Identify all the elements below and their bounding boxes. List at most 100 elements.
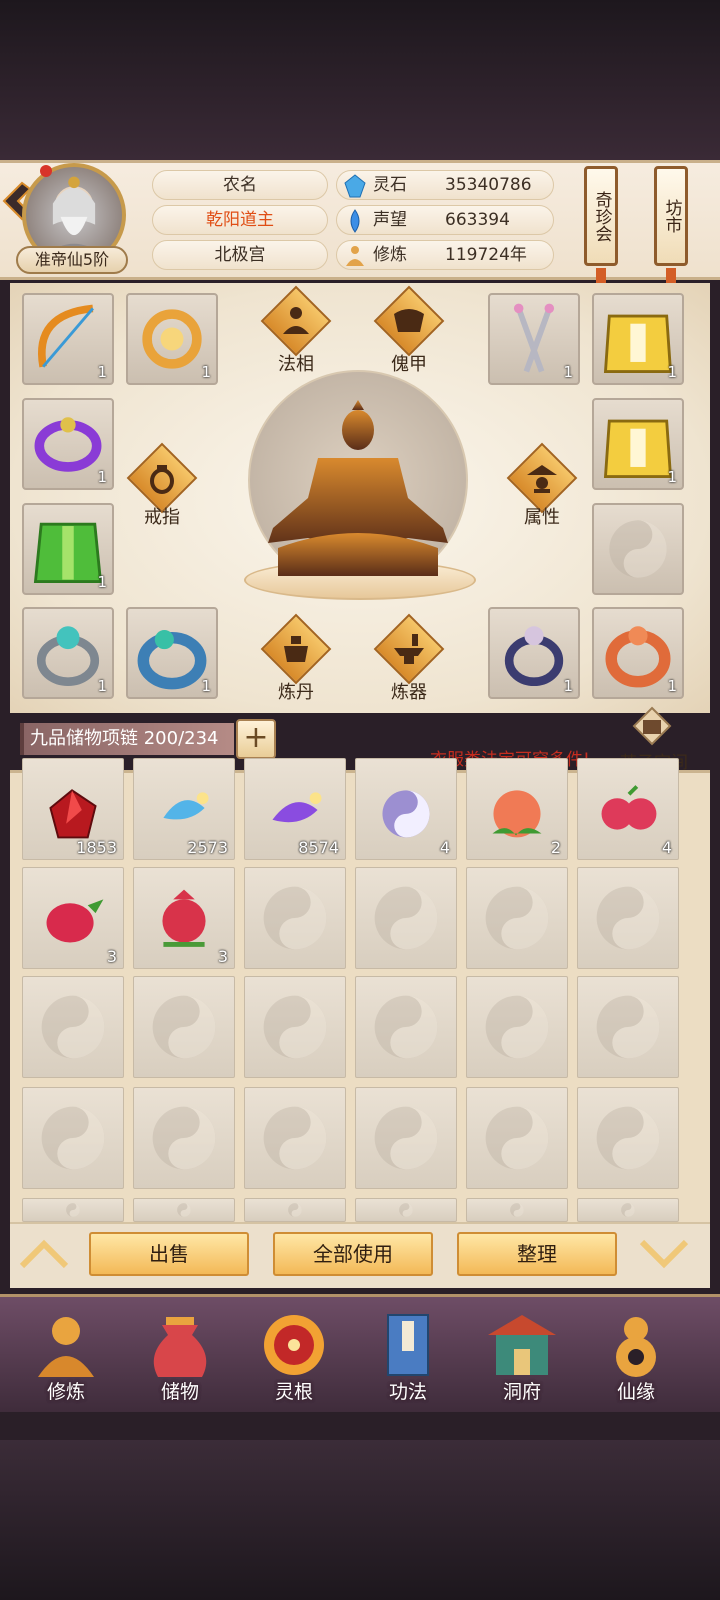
yinyang-icon <box>66 1203 80 1217</box>
inventory-slot-empty[interactable] <box>133 1087 235 1189</box>
inventory-slot-empty[interactable] <box>466 1198 568 1222</box>
yinyang-icon <box>152 1106 216 1170</box>
nav-techniques[interactable]: 功法 <box>360 1305 456 1409</box>
palace-icon <box>488 1315 556 1375</box>
inventory-slot[interactable]: 4 <box>577 758 679 860</box>
inventory-slot-empty[interactable] <box>466 1087 568 1189</box>
equip-slot-gold-armor-2[interactable]: 1 <box>592 398 684 490</box>
yinyang-icon <box>596 1106 660 1170</box>
inventory-slot-empty[interactable] <box>244 1087 346 1189</box>
monk-icon <box>38 1317 94 1377</box>
equip-slot-pearl-ring[interactable]: 1 <box>488 607 580 699</box>
resource-spirit-stone: 灵石 35340786 <box>336 170 554 200</box>
scroll-book-icon <box>387 1314 429 1376</box>
inventory-slot-empty[interactable] <box>355 1198 457 1222</box>
yinyang-icon <box>596 886 660 950</box>
inventory-slot-empty[interactable] <box>466 867 568 969</box>
inventory-slot-empty[interactable] <box>133 1198 235 1222</box>
cultivation-icon <box>346 246 364 266</box>
nav-storage[interactable]: 储物 <box>132 1305 228 1409</box>
chest-icon[interactable] <box>632 706 672 746</box>
inventory-slot-empty[interactable] <box>22 1198 124 1222</box>
inventory-slot[interactable]: 8574 <box>244 758 346 860</box>
cauldron-icon <box>284 636 308 662</box>
yinyang-icon <box>41 1106 105 1170</box>
anvil-icon <box>394 634 424 664</box>
inventory-slot-empty[interactable] <box>577 1087 679 1189</box>
yinyang-icon <box>152 995 216 1059</box>
inventory-slot[interactable]: 4 <box>355 758 457 860</box>
inventory-slot-empty[interactable] <box>133 976 235 1078</box>
inventory-slot-empty[interactable] <box>577 867 679 969</box>
equip-slot-empty[interactable] <box>592 503 684 595</box>
scroll-down-icon[interactable] <box>636 1236 692 1272</box>
inventory-slot-empty[interactable] <box>577 1198 679 1222</box>
market-button[interactable]: 坊市 <box>654 166 688 266</box>
notification-dot <box>40 165 52 177</box>
treasure-fair-button[interactable]: 奇珍会 <box>584 166 618 266</box>
sect-name: 北极宫 <box>152 240 328 270</box>
inventory-slot-empty[interactable] <box>244 976 346 1078</box>
nav-cultivate[interactable]: 修炼 <box>18 1305 114 1409</box>
yinyang-icon <box>374 995 438 1059</box>
nav-spirit-root[interactable]: 灵根 <box>246 1305 342 1409</box>
sell-button[interactable]: 出售 <box>89 1232 249 1276</box>
inventory-slot-empty[interactable] <box>355 976 457 1078</box>
equip-slot-bow[interactable]: 1 <box>22 293 114 385</box>
inventory-slot-empty[interactable] <box>22 1087 124 1189</box>
yinyang-icon <box>374 886 438 950</box>
nav-cave-abode[interactable]: 洞府 <box>474 1305 570 1409</box>
inventory-slot-empty[interactable] <box>355 1087 457 1189</box>
meditating-figure-icon[interactable] <box>258 398 458 578</box>
inventory-slot[interactable]: 3 <box>133 867 235 969</box>
equip-slot-gold-armor-1[interactable]: 1 <box>592 293 684 385</box>
resource-cultivation: 修炼 119724年 <box>336 240 554 270</box>
pouch-icon <box>153 1317 207 1377</box>
spirit-root-icon <box>264 1315 324 1375</box>
yinyang-icon <box>485 995 549 1059</box>
nav-immortal-fate[interactable]: 仙缘 <box>588 1305 684 1409</box>
player-name[interactable]: 乾阳道主 <box>152 205 328 235</box>
attributes-label: 属性 <box>524 507 560 528</box>
equip-slot-blue-ring[interactable]: 1 <box>126 607 218 699</box>
yinyang-icon <box>621 1203 635 1217</box>
reputation-icon <box>350 209 360 233</box>
inventory-slot[interactable]: 2573 <box>133 758 235 860</box>
yinyang-icon <box>609 520 667 578</box>
yinyang-icon <box>263 995 327 1059</box>
scroll-up-icon[interactable] <box>16 1236 72 1272</box>
yinyang-icon <box>485 886 549 950</box>
inventory-slot-empty[interactable] <box>577 976 679 1078</box>
equip-slot-purple-ring[interactable]: 1 <box>22 398 114 490</box>
resource-reputation: 声望 663394 <box>336 205 554 235</box>
faxiang-icon <box>283 307 309 334</box>
rank-plate: 准帝仙5阶 <box>16 246 128 274</box>
status-bar-area <box>0 0 720 160</box>
kuijia-label: 傀甲 <box>391 354 427 375</box>
yinyang-icon <box>399 1203 413 1217</box>
inventory-slot-empty[interactable] <box>355 867 457 969</box>
yinyang-icon <box>263 886 327 950</box>
inventory-slot[interactable]: 3 <box>22 867 124 969</box>
faxiang-label: 法相 <box>278 354 314 375</box>
sort-button[interactable]: 整理 <box>457 1232 617 1276</box>
equip-slot-serpent-ring[interactable]: 1 <box>592 607 684 699</box>
inventory-slot-empty[interactable] <box>22 976 124 1078</box>
attributes-icon <box>527 465 557 493</box>
equip-slot-swords[interactable]: 1 <box>488 293 580 385</box>
inventory-slot[interactable]: 2 <box>466 758 568 860</box>
yinyang-icon <box>177 1203 191 1217</box>
yinyang-icon <box>596 995 660 1059</box>
inventory-slot-empty[interactable] <box>466 976 568 1078</box>
expand-storage-button[interactable]: + <box>236 719 276 759</box>
inventory-slot-empty[interactable] <box>244 867 346 969</box>
inventory-slot-empty[interactable] <box>244 1198 346 1222</box>
spirit-stone-icon <box>344 174 366 198</box>
storage-capacity-title: 九品储物项链 200/234 <box>20 723 234 755</box>
yinyang-icon <box>288 1203 302 1217</box>
use-all-button[interactable]: 全部使用 <box>273 1232 433 1276</box>
equip-slot-green-armor[interactable]: 1 <box>22 503 114 595</box>
equip-slot-teal-ring[interactable]: 1 <box>22 607 114 699</box>
equip-slot-dragon[interactable]: 1 <box>126 293 218 385</box>
inventory-slot[interactable]: 1853 <box>22 758 124 860</box>
